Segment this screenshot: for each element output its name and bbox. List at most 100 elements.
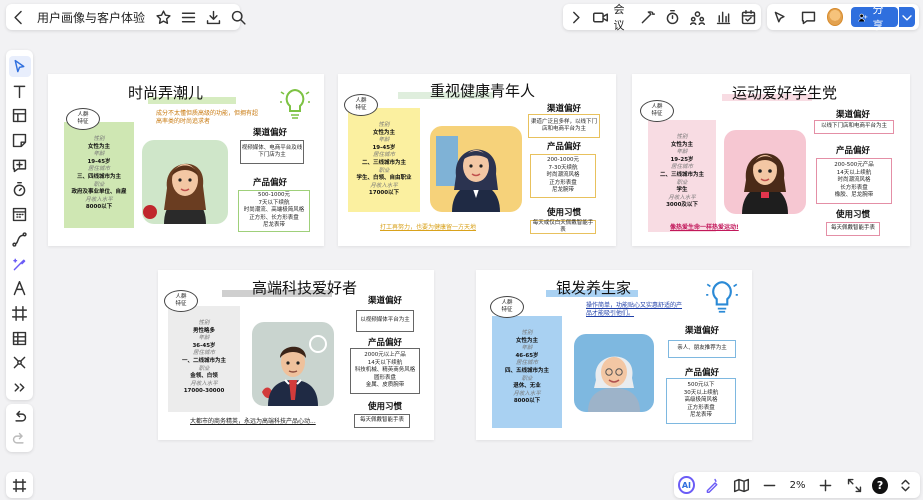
star-icon[interactable]: [155, 6, 172, 28]
stopwatch-icon[interactable]: [9, 180, 31, 201]
persona-attributes: 性别 女性为主 年龄 19-25岁 居住城市 二、三线城市为主 职业 学生 月收入水平 3…: [648, 120, 716, 232]
product-box: 200-1000元 7-30天续航 时尚潮流风格 正方形表盘 尼龙腕带: [530, 154, 596, 198]
channel-title: 渠道偏好: [252, 128, 287, 138]
channel-title: 渠道偏好: [367, 296, 402, 306]
product-box: 500-1000元 7天以下续航 时尚潮流、高端极简风格 正方形、长方形表盘 尼…: [238, 190, 310, 232]
frame-icon[interactable]: [9, 303, 31, 324]
product-title: 产品偏好: [367, 338, 402, 348]
persona-title: 高端科技爱好者: [252, 279, 358, 297]
habit-title: 使用习惯: [835, 210, 870, 220]
channel-title: 渠道偏好: [684, 326, 719, 336]
persona-title: 运动爱好学生党: [732, 84, 838, 102]
persona-slogan: 大都市的商务精英，永远为高端科技产品心动...: [190, 418, 316, 425]
product-title: 产品偏好: [835, 146, 870, 156]
channel-box: 渠道广泛且多样，以线下门店和电商平台为主: [528, 114, 600, 138]
text-icon[interactable]: [9, 81, 31, 102]
habit-box: 每天或仅白天佩戴智能手表: [530, 220, 596, 234]
persona-slogan: 像热爱生命一样热爱运动!: [670, 224, 739, 231]
product-title: 产品偏好: [546, 142, 581, 152]
share-button[interactable]: 分享: [850, 3, 899, 32]
persona-slogan: 打工再努力，也要为健康留一方天地: [380, 224, 477, 231]
habit-box: 每天佩戴智能手表: [354, 414, 410, 428]
video-meeting-icon[interactable]: [592, 6, 609, 28]
table-icon[interactable]: [9, 328, 31, 349]
comment-icon[interactable]: [799, 6, 819, 28]
collapse-icon[interactable]: [896, 474, 916, 496]
title-bar: 用户画像与客户体验: [6, 4, 246, 30]
frame-list-tool: [6, 472, 33, 498]
persona-slogan: 操作简单，功能贴心又实惠舒适的产品才能吸引他们。: [586, 302, 683, 317]
channel-box: 视频媒体、电商平台及线下门店为主: [240, 140, 304, 164]
share-label: 分享: [872, 3, 884, 32]
channel-box: 以线下门店和电商平台为主: [814, 120, 894, 134]
persona-attributes: 性别 女性为主 年龄 19-45岁 居住城市 三、四线城市为主 职业 政府及事业单位、自…: [64, 122, 134, 228]
pen-icon[interactable]: [9, 278, 31, 299]
persona-card-sports[interactable]: 运动爱好学生党 性别 女性为主 年龄 19-25岁 居住城市 二、三线城市为主 职业学…: [632, 74, 910, 246]
fit-screen-icon[interactable]: [844, 474, 864, 496]
persona-portrait: [574, 334, 654, 412]
help-icon[interactable]: ?: [872, 476, 888, 494]
persona-title: 重视健康青年人: [430, 82, 536, 100]
persona-title: 银发养生家: [556, 279, 632, 297]
habit-title: 使用习惯: [367, 402, 402, 412]
cursor-follow-icon[interactable]: [771, 6, 791, 28]
sticky-note-icon[interactable]: [9, 130, 31, 151]
top-tools: 会议: [563, 1, 761, 33]
comment-add-icon[interactable]: [9, 155, 31, 176]
persona-tag: 人群 特征: [640, 100, 674, 122]
avatar[interactable]: [826, 8, 843, 26]
persona-attributes: 性别 女性为主 年龄 46-65岁 居住城市 四、五线城市为主 职业 退休、无业 月收入…: [492, 316, 562, 428]
zoom-level[interactable]: 2%: [789, 480, 806, 491]
more-icon[interactable]: [9, 377, 31, 398]
users-icon[interactable]: [689, 6, 706, 28]
persona-tag: 人群 特征: [490, 296, 524, 318]
chevron-down-icon[interactable]: [899, 7, 916, 27]
ai-brush-icon[interactable]: [9, 254, 31, 275]
habit-title: 使用习惯: [546, 208, 581, 218]
frame-list-icon[interactable]: [10, 474, 29, 496]
channel-box: 以视频媒体平台为主: [356, 310, 414, 332]
meeting-label[interactable]: 会议: [614, 1, 631, 33]
product-box: 2000元以上产品 14天以下续航 科技机械、精英商务风格 圆形表盘 金属、皮质…: [350, 348, 420, 394]
map-icon[interactable]: [731, 474, 751, 496]
menu-icon[interactable]: [180, 6, 197, 28]
chevron-right-icon[interactable]: [567, 6, 584, 28]
persona-portrait: [142, 140, 228, 224]
persona-tag: 人群 特征: [344, 94, 378, 116]
calendar-grid-icon[interactable]: [9, 204, 31, 225]
persona-card-tech[interactable]: 高端科技爱好者 性别 男性略多 年龄 36-45岁 居住城市 一、二线城市为主 职业金…: [158, 270, 434, 440]
bottom-right-tools: AI 2% ?: [674, 472, 920, 498]
table-layout-icon[interactable]: [9, 105, 31, 126]
add-user-icon: [858, 13, 868, 22]
zoom-out-icon[interactable]: [759, 474, 779, 496]
zoom-in-icon[interactable]: [816, 474, 836, 496]
download-icon[interactable]: [205, 6, 222, 28]
persona-portrait: [252, 322, 334, 406]
calendar-check-icon[interactable]: [740, 6, 757, 28]
persona-tag: 人群 特征: [66, 108, 100, 130]
redo-icon[interactable]: [9, 428, 31, 450]
persona-attributes: 性别 女性为主 年龄 19-45岁 居住城市 二、三线城市为主 职业 学生、白领、自由职…: [348, 108, 420, 212]
ai-assistant-button[interactable]: AI: [678, 476, 695, 494]
undo-icon[interactable]: [9, 406, 31, 428]
persona-portrait: [430, 126, 522, 212]
magic-wand-icon[interactable]: [639, 6, 656, 28]
channel-title: 渠道偏好: [835, 110, 870, 120]
product-title: 产品偏好: [684, 368, 719, 378]
timer-icon[interactable]: [664, 6, 681, 28]
chart-icon[interactable]: [715, 6, 732, 28]
persona-attributes: 性别 男性略多 年龄 36-45岁 居住城市 一、二线城市为主 职业 金领、白领 月收入…: [168, 306, 240, 412]
connector-icon[interactable]: [9, 229, 31, 250]
document-title[interactable]: 用户画像与客户体验: [37, 9, 145, 26]
persona-card-fashion[interactable]: 时尚弄潮儿 性别 女性为主 年龄 19-45岁 居住城市 三、四线城市为主 职业 政府及…: [48, 74, 324, 246]
back-icon[interactable]: [10, 6, 27, 28]
persona-card-senior[interactable]: 银发养生家 性别 女性为主 年龄 46-65岁 居住城市 四、五线城市为主 职业 退休、…: [476, 270, 752, 440]
product-box: 200-500元产品 14天以上续航 时尚潮流风格 长方形表盘 橡胶、尼龙腕带: [816, 158, 892, 204]
top-right-tools: 分享: [767, 3, 919, 32]
mind-map-icon[interactable]: [9, 353, 31, 374]
persona-card-health[interactable]: 重视健康青年人 性别 女性为主 年龄 19-45岁 居住城市 二、三线城市为主 职业学…: [338, 74, 616, 246]
ai-pen-icon[interactable]: [703, 474, 723, 496]
persona-tag: 人群 特征: [164, 290, 198, 312]
select-arrow-icon[interactable]: [8, 56, 31, 77]
search-icon[interactable]: [230, 6, 247, 28]
